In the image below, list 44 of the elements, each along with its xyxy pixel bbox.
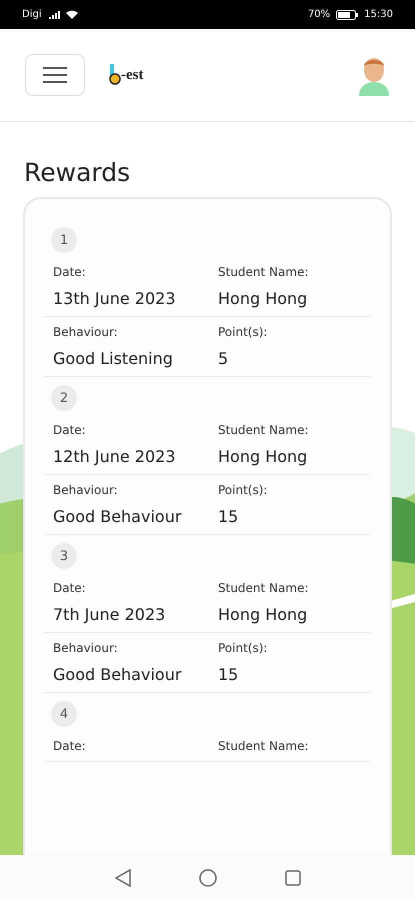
field-label: Student Name:: [218, 265, 310, 279]
field-label: Point(s):: [218, 325, 268, 339]
field-value: 15: [218, 665, 240, 684]
record-number: 2: [51, 385, 77, 411]
field-value: Hong Hong: [218, 605, 308, 624]
field-label: Point(s):: [218, 483, 268, 497]
carrier-label: Digi: [22, 9, 42, 20]
field-label: Date:: [53, 423, 87, 437]
battery-percentage: 70%: [308, 9, 330, 20]
page-title: Rewards: [24, 158, 132, 187]
field-label: Date:: [53, 265, 87, 279]
logo-text: -est: [121, 66, 144, 84]
field-value: 7th June 2023: [53, 605, 166, 624]
field-value: 15: [218, 507, 240, 526]
field-value: Good Listening: [53, 349, 174, 368]
field-label: Date:: [53, 739, 87, 753]
field-label: Behaviour:: [53, 483, 119, 497]
menu-button[interactable]: [25, 54, 85, 96]
home-button[interactable]: [198, 868, 216, 886]
back-button[interactable]: [114, 868, 130, 886]
field-label: Point(s):: [218, 641, 268, 655]
field-label: Behaviour:: [53, 641, 119, 655]
field-label: Behaviour:: [53, 325, 119, 339]
record-number: 4: [51, 701, 77, 727]
field-value: 12th June 2023: [53, 447, 177, 466]
field-label: Student Name:: [218, 739, 310, 753]
logo-icon: [109, 64, 121, 86]
field-label: Date:: [53, 581, 87, 595]
field-label: Student Name:: [218, 423, 310, 437]
recents-button[interactable]: [284, 870, 300, 886]
battery-icon: [336, 10, 358, 20]
field-value: Good Behaviour: [53, 507, 182, 526]
field-value: 13th June 2023: [53, 289, 177, 308]
wifi-icon: [66, 10, 78, 20]
field-value: Good Behaviour: [53, 665, 182, 684]
menu-icon: [43, 66, 67, 84]
record-number: 1: [51, 227, 77, 253]
field-value: 5: [218, 349, 230, 368]
clock: 15:30: [364, 9, 393, 20]
field-value: Hong Hong: [218, 447, 308, 466]
field-value: Hong Hong: [218, 289, 308, 308]
record-number: 3: [51, 543, 77, 569]
signal-icon: [48, 10, 60, 20]
field-label: Student Name:: [218, 581, 310, 595]
